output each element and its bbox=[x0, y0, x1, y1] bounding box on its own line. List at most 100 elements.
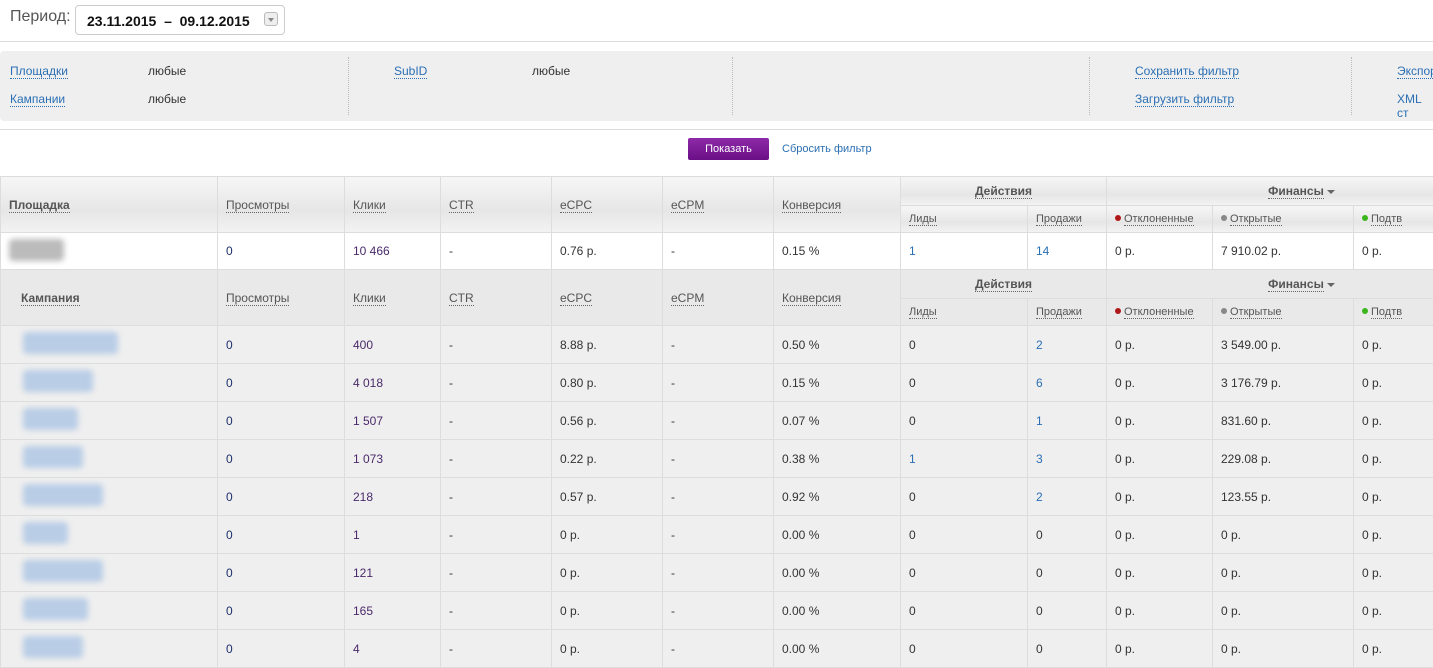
ecpm-cell: - bbox=[663, 630, 774, 668]
ctr-cell: - bbox=[441, 554, 552, 592]
column-platform[interactable]: Площадка bbox=[1, 177, 218, 233]
open-cell: 229.08 р. bbox=[1213, 440, 1354, 478]
ecpc-cell: 0 р. bbox=[552, 592, 663, 630]
column-ctr[interactable]: CTR bbox=[441, 270, 552, 326]
column-ecpm[interactable]: eCPM bbox=[663, 270, 774, 326]
blurred-name bbox=[23, 370, 93, 392]
campaign-name[interactable] bbox=[1, 364, 218, 402]
clicks-cell: 10 466 bbox=[345, 233, 441, 270]
ecpc-cell: 0.56 р. bbox=[552, 402, 663, 440]
rejected-cell: 0 р. bbox=[1107, 554, 1213, 592]
views-cell: 0 bbox=[218, 516, 345, 554]
filter-subid-value: любые bbox=[532, 64, 570, 78]
column-views[interactable]: Просмотры bbox=[218, 177, 345, 233]
sales-cell[interactable]: 3 bbox=[1028, 440, 1107, 478]
column-open[interactable]: Открытые bbox=[1213, 299, 1354, 326]
clicks-cell: 1 bbox=[345, 516, 441, 554]
conversion-cell: 0.92 % bbox=[774, 478, 901, 516]
sales-cell[interactable]: 2 bbox=[1028, 478, 1107, 516]
platform-summary-row[interactable]: 0 10 466 - 0.76 р. - 0.15 % 1 14 0 р. 7 … bbox=[1, 233, 1433, 270]
leads-cell[interactable]: 1 bbox=[901, 440, 1028, 478]
status-dot-icon bbox=[1221, 308, 1227, 314]
sales-cell[interactable]: 1 bbox=[1028, 402, 1107, 440]
reset-filter-link[interactable]: Сбросить фильтр bbox=[782, 143, 872, 155]
views-cell: 0 bbox=[218, 326, 345, 364]
leads-cell: 0 bbox=[901, 630, 1028, 668]
confirmed-cell: 0 р. bbox=[1354, 630, 1433, 668]
ctr-cell: - bbox=[441, 440, 552, 478]
sales-cell[interactable]: 14 bbox=[1028, 233, 1107, 270]
campaign-name[interactable] bbox=[1, 592, 218, 630]
campaign-name[interactable] bbox=[1, 516, 218, 554]
column-group-actions[interactable]: Действия bbox=[901, 177, 1107, 206]
column-sales[interactable]: Продажи bbox=[1028, 299, 1107, 326]
sales-cell[interactable]: 2 bbox=[1028, 326, 1107, 364]
ecpc-cell: 8.88 р. bbox=[552, 326, 663, 364]
leads-cell: 0 bbox=[901, 402, 1028, 440]
column-ecpm[interactable]: eCPM bbox=[663, 177, 774, 233]
campaign-row: 0 4 018 - 0.80 р. - 0.15 % 0 6 0 р. 3 17… bbox=[1, 364, 1433, 402]
campaign-name[interactable] bbox=[1, 554, 218, 592]
column-group-finance[interactable]: Финансы bbox=[1107, 270, 1433, 299]
sales-cell: 0 bbox=[1028, 516, 1107, 554]
leads-cell[interactable]: 1 bbox=[901, 233, 1028, 270]
ctr-cell: - bbox=[441, 630, 552, 668]
xml-link[interactable]: XML ст bbox=[1397, 92, 1433, 120]
sales-cell[interactable]: 6 bbox=[1028, 364, 1107, 402]
load-filter-link[interactable]: Загрузить фильтр bbox=[1135, 92, 1234, 107]
column-open[interactable]: Открытые bbox=[1213, 206, 1354, 233]
column-ecpc[interactable]: eCPC bbox=[552, 270, 663, 326]
column-rejected[interactable]: Отклоненные bbox=[1107, 299, 1213, 326]
caret-down-icon bbox=[1327, 190, 1335, 198]
ecpm-cell: - bbox=[663, 364, 774, 402]
blurred-name bbox=[23, 598, 88, 620]
column-campaign[interactable]: Кампания bbox=[1, 270, 218, 326]
confirmed-cell: 0 р. bbox=[1354, 364, 1433, 402]
column-leads[interactable]: Лиды bbox=[901, 299, 1028, 326]
filter-subid-link[interactable]: SubID bbox=[394, 64, 427, 79]
column-clicks[interactable]: Клики bbox=[345, 177, 441, 233]
export-link[interactable]: Экспор bbox=[1397, 64, 1433, 79]
blurred-name bbox=[23, 484, 103, 506]
show-button[interactable]: Показать bbox=[688, 138, 769, 160]
campaign-name[interactable] bbox=[1, 440, 218, 478]
filter-campaigns-link[interactable]: Кампании bbox=[10, 92, 65, 107]
chevron-down-icon[interactable] bbox=[264, 12, 278, 26]
ecpm-cell: - bbox=[663, 554, 774, 592]
ctr-cell: - bbox=[441, 478, 552, 516]
period-value: 23.11.2015 – 09.12.2015 bbox=[87, 13, 250, 29]
campaign-row: 0 1 073 - 0.22 р. - 0.38 % 1 3 0 р. 229.… bbox=[1, 440, 1433, 478]
column-views[interactable]: Просмотры bbox=[218, 270, 345, 326]
column-rejected[interactable]: Отклоненные bbox=[1107, 206, 1213, 233]
column-group-finance[interactable]: Финансы bbox=[1107, 177, 1433, 206]
column-ecpc[interactable]: eCPC bbox=[552, 177, 663, 233]
campaign-name[interactable] bbox=[1, 478, 218, 516]
column-clicks[interactable]: Клики bbox=[345, 270, 441, 326]
period-label: Период: bbox=[10, 8, 71, 26]
column-sales[interactable]: Продажи bbox=[1028, 206, 1107, 233]
campaign-name[interactable] bbox=[1, 630, 218, 668]
platform-name[interactable] bbox=[1, 233, 218, 270]
confirmed-cell: 0 р. bbox=[1354, 326, 1433, 364]
ctr-cell: - bbox=[441, 326, 552, 364]
column-confirmed[interactable]: Подтв bbox=[1354, 206, 1433, 233]
campaign-name[interactable] bbox=[1, 326, 218, 364]
divider bbox=[1089, 57, 1090, 115]
clicks-cell: 4 018 bbox=[345, 364, 441, 402]
column-conversion[interactable]: Конверсия bbox=[774, 177, 901, 233]
clicks-cell: 218 bbox=[345, 478, 441, 516]
column-ctr[interactable]: CTR bbox=[441, 177, 552, 233]
campaign-row: 0 218 - 0.57 р. - 0.92 % 0 2 0 р. 123.55… bbox=[1, 478, 1433, 516]
filter-platforms-link[interactable]: Площадки bbox=[10, 64, 68, 79]
blurred-name bbox=[23, 446, 83, 468]
leads-cell: 0 bbox=[901, 554, 1028, 592]
column-leads[interactable]: Лиды bbox=[901, 206, 1028, 233]
period-picker[interactable]: 23.11.2015 – 09.12.2015 bbox=[75, 5, 285, 35]
save-filter-link[interactable]: Сохранить фильтр bbox=[1135, 64, 1239, 79]
leads-cell: 0 bbox=[901, 592, 1028, 630]
column-conversion[interactable]: Конверсия bbox=[774, 270, 901, 326]
campaign-name[interactable] bbox=[1, 402, 218, 440]
column-group-actions[interactable]: Действия bbox=[901, 270, 1107, 299]
column-confirmed[interactable]: Подтв bbox=[1354, 299, 1433, 326]
views-cell: 0 bbox=[218, 402, 345, 440]
